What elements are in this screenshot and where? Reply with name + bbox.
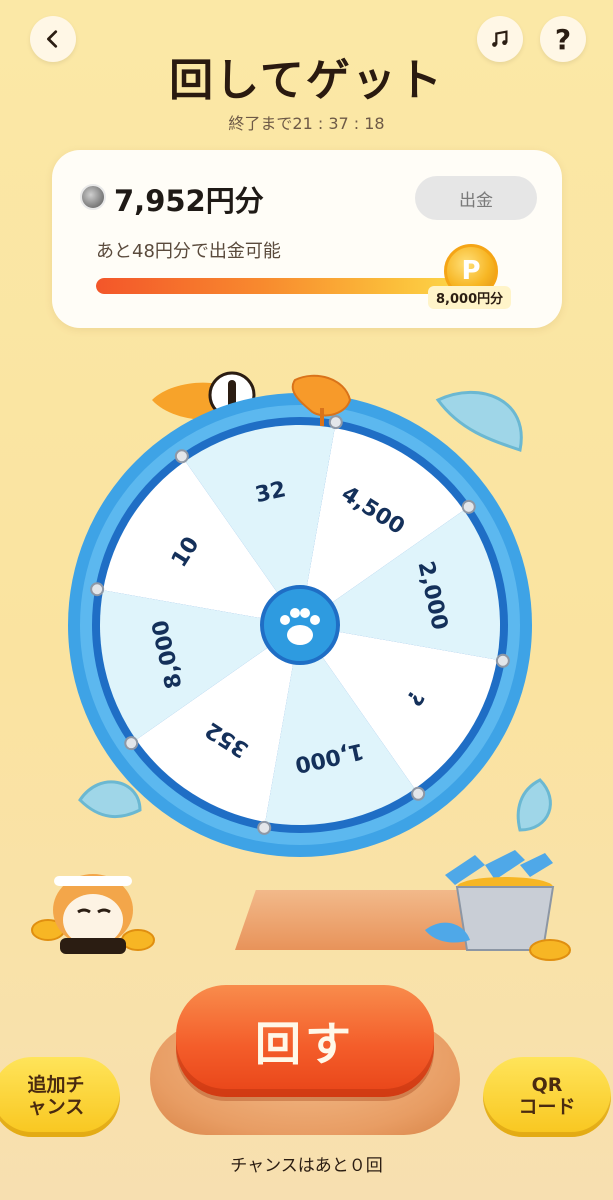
rim-stud	[257, 820, 272, 835]
rim-stud	[461, 499, 476, 514]
withdraw-button[interactable]: 出金	[415, 176, 537, 220]
rim-stud	[174, 449, 189, 464]
extra-chance-button[interactable]: 追加チ ャンス	[0, 1057, 120, 1137]
cat-mascot-icon	[31, 874, 155, 954]
rim-stud	[328, 415, 343, 430]
spin-control: 回す	[150, 985, 460, 1135]
progress-fill	[96, 278, 466, 294]
wheel-graphic: 4,5002,000?1,0003528,0001032	[68, 371, 552, 857]
rim-stud	[124, 736, 139, 751]
balance-card: 7,952円分 出金 あと48円分で出金可能 P 8,000円分	[52, 150, 562, 328]
fish-fin-bottom-left-icon	[78, 780, 142, 819]
fish-bucket-icon	[425, 850, 571, 961]
page-title: 回してゲット	[169, 55, 444, 106]
rim-stud	[495, 653, 510, 668]
chances-remaining-text: チャンスはあと０回	[230, 1156, 383, 1176]
fish-tail-top-right-icon	[435, 390, 523, 452]
spin-label: 回す	[255, 1017, 355, 1071]
countdown-timer: 終了まで21 : 37 : 18	[228, 114, 385, 133]
avatar	[80, 184, 106, 210]
qr-code-label: QR コード	[518, 1074, 576, 1118]
withdraw-progress-bar	[96, 278, 468, 294]
extra-chance-label: 追加チ ャンス	[27, 1074, 85, 1118]
remaining-text: あと48円分で出金可能	[96, 241, 281, 262]
spin-button[interactable]: 回す	[176, 985, 434, 1097]
balance-amount: 7,952円分	[114, 184, 264, 218]
qr-code-button[interactable]: QR コード	[483, 1057, 611, 1137]
rim-stud	[411, 786, 426, 801]
fish-fin-bottom-right-icon	[516, 778, 552, 832]
goal-label: 8,000円分	[428, 286, 512, 309]
rim-stud	[90, 582, 105, 597]
